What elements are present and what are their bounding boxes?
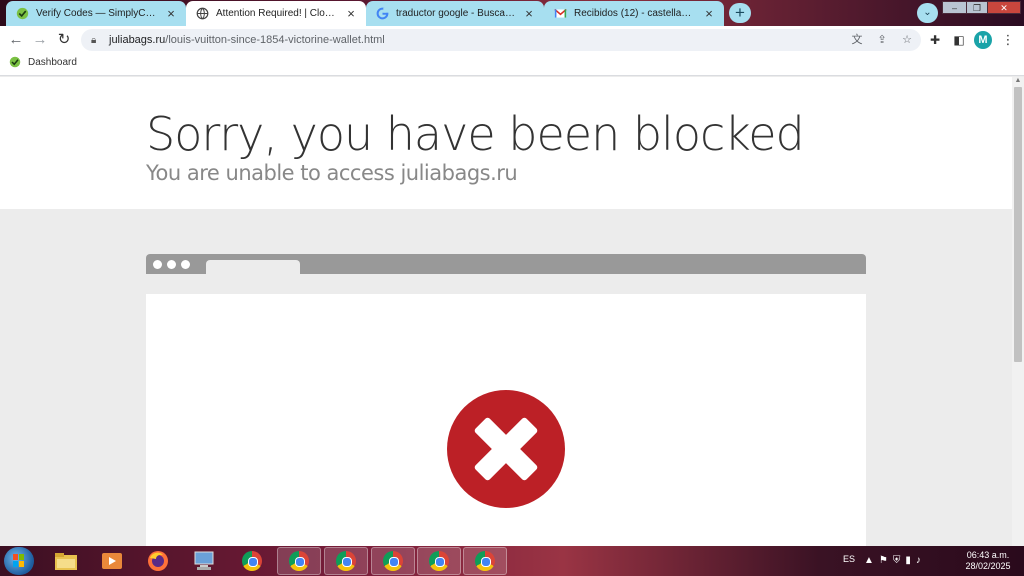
tab-title: Attention Required! | Cloudflare bbox=[216, 8, 337, 19]
network-signal-icon[interactable]: ▮ bbox=[905, 555, 916, 566]
chrome-icon bbox=[242, 551, 262, 571]
page-scrollbar[interactable]: ▲ bbox=[1012, 77, 1024, 546]
scroll-up-icon[interactable]: ▲ bbox=[1014, 77, 1022, 85]
firefox-icon bbox=[148, 551, 168, 571]
simplycodes-icon bbox=[16, 7, 29, 20]
bookmark-star-icon[interactable]: ☆ bbox=[899, 32, 915, 48]
new-tab-button[interactable]: + bbox=[729, 3, 751, 23]
page-content: Sorry, you have been blocked You are una… bbox=[0, 77, 1012, 546]
computer-network-icon bbox=[194, 551, 214, 570]
taskbar-clock[interactable]: 06:43 a.m. 28/02/2025 bbox=[958, 550, 1018, 572]
minimize-button[interactable]: – bbox=[942, 1, 967, 14]
system-tray[interactable]: ▲⚑⛨▮♪ bbox=[864, 555, 926, 566]
window-dot-icon bbox=[153, 260, 162, 269]
close-icon[interactable]: × bbox=[522, 6, 536, 21]
bookmark-dashboard[interactable]: Dashboard bbox=[9, 56, 77, 68]
arrow-left-icon: ← bbox=[8, 31, 24, 48]
browser-illustration-tab bbox=[206, 260, 300, 274]
page-header: Sorry, you have been blocked You are una… bbox=[0, 77, 1012, 209]
close-icon[interactable]: × bbox=[344, 6, 358, 21]
tab-title: Recibidos (12) - castellanomirta1 bbox=[574, 8, 695, 19]
chrome-icon bbox=[289, 551, 309, 571]
url-path: /louis-vuitton-since-1854-victorine-wall… bbox=[165, 34, 385, 46]
taskbar-firefox[interactable] bbox=[136, 547, 180, 575]
window-close-button[interactable]: ✕ bbox=[987, 1, 1021, 14]
volume-icon[interactable]: ♪ bbox=[916, 555, 926, 566]
taskbar-chrome[interactable] bbox=[230, 547, 274, 575]
arrow-right-icon: → bbox=[32, 31, 48, 48]
media-player-icon bbox=[102, 553, 122, 569]
taskbar-chrome-window-3[interactable] bbox=[371, 547, 415, 575]
language-indicator[interactable]: ES bbox=[843, 554, 855, 564]
action-center-flag-icon[interactable]: ⚑ bbox=[879, 555, 893, 566]
taskbar-chrome-window-4[interactable] bbox=[417, 547, 461, 575]
browser-illustration-bar bbox=[146, 254, 866, 274]
start-button[interactable] bbox=[4, 547, 34, 575]
bookmark-label: Dashboard bbox=[28, 56, 77, 68]
back-button[interactable]: ← bbox=[6, 30, 26, 50]
taskbar-media-player[interactable] bbox=[90, 547, 134, 575]
tab-strip: Verify Codes — SimplyCodes × Attention R… bbox=[0, 0, 1024, 26]
reload-button[interactable]: ↻ bbox=[54, 30, 74, 50]
url-host: juliabags.ru bbox=[109, 34, 166, 46]
side-panel-icon[interactable]: ◧ bbox=[950, 31, 968, 49]
taskbar-file-explorer[interactable] bbox=[44, 547, 88, 575]
page-title: Sorry, you have been blocked bbox=[146, 107, 805, 161]
gmail-icon bbox=[554, 8, 567, 18]
tab-attention-required[interactable]: Attention Required! | Cloudflare × bbox=[186, 1, 366, 26]
tab-title: Verify Codes — SimplyCodes bbox=[36, 8, 157, 19]
folder-icon bbox=[55, 553, 77, 570]
tab-gmail[interactable]: Recibidos (12) - castellanomirta1 × bbox=[544, 1, 724, 26]
globe-icon bbox=[196, 7, 209, 20]
window-dot-icon bbox=[167, 260, 176, 269]
share-icon[interactable]: ⇪ bbox=[874, 32, 890, 48]
google-icon bbox=[376, 7, 389, 20]
taskbar-chrome-window-1[interactable] bbox=[277, 547, 321, 575]
address-bar[interactable]: 🔒︎ juliabags.ru/louis-vuitton-since-1854… bbox=[81, 29, 921, 51]
browser-toolbar: ← → ↻ 🔒︎ juliabags.ru/louis-vuitton-sinc… bbox=[0, 26, 1024, 53]
chrome-icon bbox=[336, 551, 356, 571]
windows-logo-icon bbox=[13, 554, 24, 567]
tab-google-search[interactable]: traductor google - Buscar con Google × bbox=[366, 1, 544, 26]
bookmarks-bar: Dashboard bbox=[0, 53, 1024, 76]
close-icon[interactable]: × bbox=[164, 6, 178, 21]
windows-taskbar: ES ▲⚑⛨▮♪ 06:43 a.m. 28/02/2025 bbox=[0, 546, 1024, 576]
taskbar-chrome-window-2[interactable] bbox=[324, 547, 368, 575]
scrollbar-thumb[interactable] bbox=[1014, 87, 1022, 362]
extensions-icon[interactable]: ✚ bbox=[926, 31, 944, 49]
simplycodes-icon bbox=[9, 56, 21, 68]
tab-search-button[interactable]: ⌄ bbox=[917, 3, 938, 23]
menu-kebab-icon[interactable]: ⋮ bbox=[999, 31, 1017, 49]
reload-icon: ↻ bbox=[57, 31, 71, 48]
profile-avatar[interactable]: M bbox=[974, 31, 992, 49]
tab-title: traductor google - Buscar con Google bbox=[396, 8, 515, 19]
restore-button[interactable]: ❐ bbox=[966, 1, 988, 14]
blocked-x-icon bbox=[447, 390, 565, 508]
page-subtitle: You are unable to access juliabags.ru bbox=[146, 161, 518, 185]
show-hidden-icons-icon[interactable]: ▲ bbox=[864, 555, 879, 566]
taskbar-chrome-window-5[interactable] bbox=[463, 547, 507, 575]
antivirus-icon[interactable]: ⛨ bbox=[893, 555, 906, 566]
clock-time: 06:43 a.m. bbox=[966, 550, 1010, 560]
chevron-down-icon: ⌄ bbox=[923, 7, 932, 18]
translate-icon[interactable]: 文 bbox=[849, 32, 865, 48]
tab-verify-codes[interactable]: Verify Codes — SimplyCodes × bbox=[6, 1, 186, 26]
chrome-icon bbox=[475, 551, 495, 571]
window-dot-icon bbox=[181, 260, 190, 269]
close-icon[interactable]: × bbox=[702, 6, 716, 21]
chrome-icon bbox=[429, 551, 449, 571]
url-text[interactable]: juliabags.ru/louis-vuitton-since-1854-vi… bbox=[109, 34, 385, 46]
chrome-icon bbox=[383, 551, 403, 571]
forward-button[interactable]: → bbox=[30, 30, 50, 50]
clock-date: 28/02/2025 bbox=[965, 561, 1011, 571]
lock-icon[interactable]: 🔒︎ bbox=[91, 35, 105, 46]
browser-illustration-body bbox=[146, 294, 866, 546]
taskbar-network-app[interactable] bbox=[182, 547, 226, 575]
